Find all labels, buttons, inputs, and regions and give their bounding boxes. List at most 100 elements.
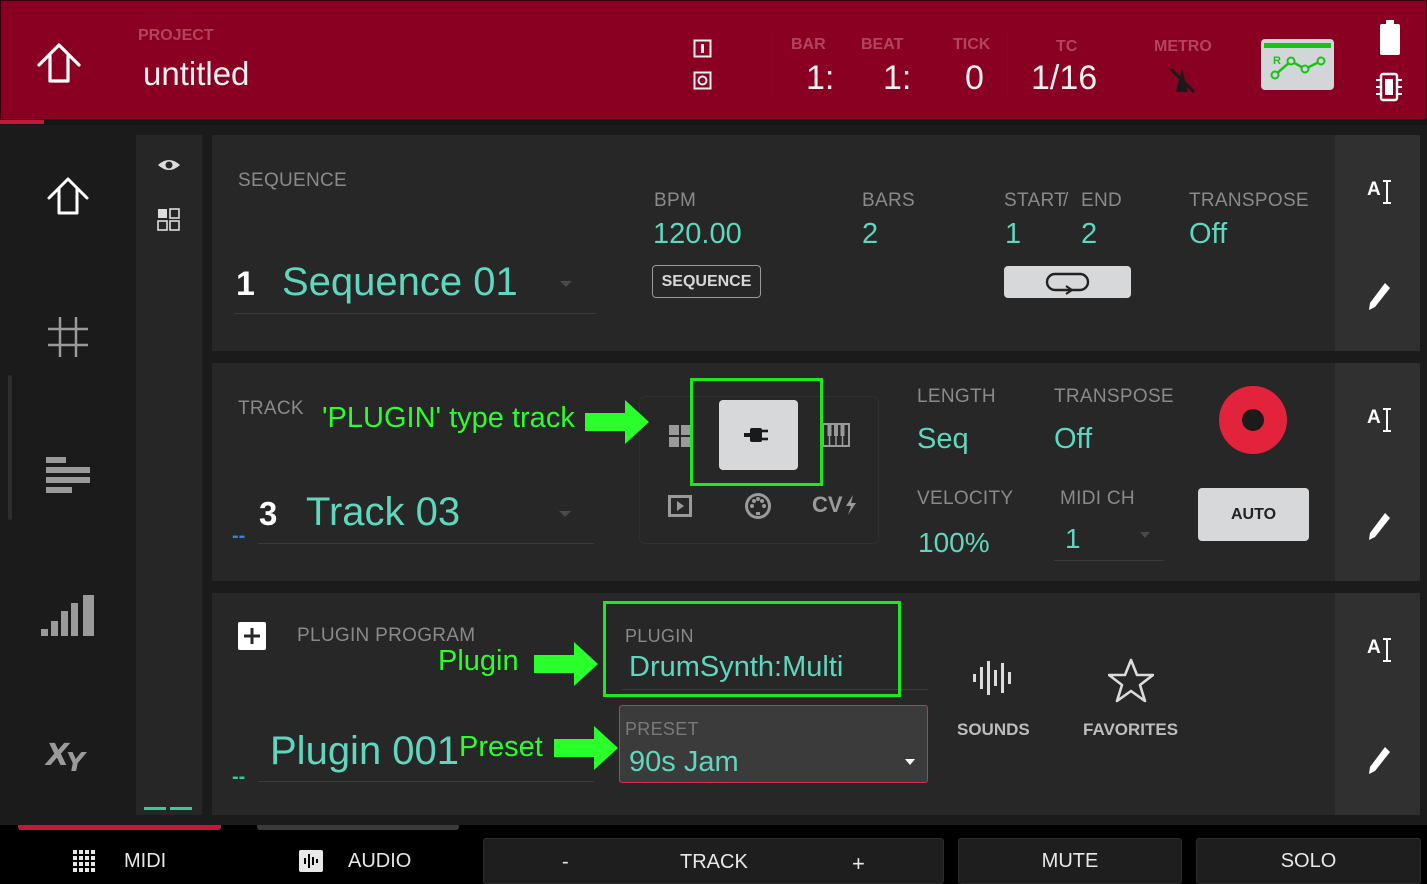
- audio-tab-underline: [257, 825, 459, 830]
- rename-text-icon[interactable]: A: [1367, 637, 1393, 663]
- edit-pencil-icon[interactable]: [1367, 745, 1391, 775]
- audio-tab[interactable]: AUDIO: [257, 833, 459, 884]
- tick-label: TICK: [953, 36, 991, 53]
- header-divider: [771, 29, 772, 97]
- header-underline-accent: [0, 120, 44, 124]
- hash-grid-icon: [48, 317, 88, 357]
- sequence-underline: [234, 313, 596, 314]
- star-icon: [1108, 658, 1154, 703]
- nav-scroll-indicator: [8, 375, 12, 520]
- cv-type-button[interactable]: CV: [812, 492, 862, 520]
- seq-transpose-label: TRANSPOSE: [1189, 190, 1309, 211]
- annotation-arrow-icon: [554, 724, 620, 772]
- project-label: PROJECT: [138, 27, 214, 44]
- nav-xy-button[interactable]: XY: [44, 731, 92, 775]
- preset-value: 90s Jam: [629, 746, 739, 778]
- add-program-button[interactable]: [238, 622, 266, 650]
- velocity-label: VELOCITY: [917, 488, 1014, 509]
- end-value[interactable]: 2: [1081, 218, 1097, 251]
- loop-button[interactable]: [1004, 266, 1131, 298]
- track-selector: - TRACK +: [483, 838, 944, 884]
- record-view-icon[interactable]: [693, 71, 713, 91]
- midi-ch-label: MIDI CH: [1060, 488, 1135, 509]
- bpm-label: BPM: [654, 190, 697, 211]
- length-value[interactable]: Seq: [917, 423, 969, 456]
- track-transpose-value[interactable]: Off: [1054, 423, 1092, 456]
- sequence-number: 1: [236, 265, 255, 303]
- track-level-text: --: [232, 525, 246, 547]
- svg-text:Y: Y: [66, 748, 88, 775]
- metro-label: METRO: [1154, 38, 1212, 55]
- track-plus-button[interactable]: +: [852, 851, 865, 877]
- bars-value[interactable]: 2: [862, 218, 878, 251]
- track-name[interactable]: Track 03: [306, 490, 460, 535]
- start-value[interactable]: 1: [1005, 218, 1021, 251]
- start-end-slash: /: [1063, 190, 1069, 211]
- auto-button[interactable]: AUTO: [1198, 488, 1309, 541]
- beat-value[interactable]: 1:: [883, 59, 911, 98]
- preset-dropdown-arrow-icon: [905, 759, 915, 765]
- clip-type-icon[interactable]: [667, 494, 693, 518]
- automation-curve-icon: [1270, 56, 1326, 80]
- nav-home-button[interactable]: [40, 173, 96, 221]
- drum-type-icon[interactable]: [669, 425, 691, 447]
- footer-bar: MIDI AUDIO - TRACK + MUTE SOLO: [0, 825, 1427, 884]
- eye-icon[interactable]: [157, 157, 181, 173]
- track-selector-label: TRACK: [680, 851, 748, 873]
- record-arm-button[interactable]: [1218, 385, 1288, 455]
- start-label: START: [1004, 190, 1067, 211]
- tick-value[interactable]: 0: [965, 59, 984, 98]
- left-nav: XY: [0, 125, 134, 825]
- sounds-button[interactable]: SOUNDS: [952, 657, 1036, 747]
- track-dropdown-arrow-icon[interactable]: [558, 509, 572, 519]
- favorites-button[interactable]: FAVORITES: [1080, 657, 1182, 747]
- metronome-off-icon[interactable]: [1166, 63, 1198, 95]
- nav-mixer-button[interactable]: [38, 591, 98, 639]
- bolt-icon: [846, 495, 856, 515]
- midi-ch-value[interactable]: 1: [1065, 523, 1081, 555]
- sequence-name[interactable]: Sequence 01: [282, 260, 518, 305]
- preset-field[interactable]: PRESET 90s Jam: [619, 705, 928, 783]
- program-label: PLUGIN PROGRAM: [297, 625, 476, 646]
- bpm-value[interactable]: 120.00: [653, 218, 742, 251]
- bpm-sequence-button[interactable]: SEQUENCE: [652, 265, 761, 298]
- grid-layout-icon[interactable]: [157, 208, 181, 232]
- level-meter-indicator: [144, 807, 194, 810]
- sequence-side-tools: A: [1335, 135, 1420, 351]
- edit-pencil-icon[interactable]: [1367, 281, 1391, 311]
- view-tool-strip: [136, 135, 202, 815]
- home-button[interactable]: [31, 39, 87, 87]
- tc-value[interactable]: 1/16: [1031, 59, 1097, 98]
- midi-ch-dropdown-arrow-icon[interactable]: [1139, 531, 1151, 539]
- midi-type-icon[interactable]: [743, 491, 773, 521]
- mute-button[interactable]: MUTE: [958, 838, 1182, 884]
- automation-button[interactable]: R: [1261, 39, 1334, 90]
- project-name[interactable]: untitled: [143, 55, 249, 93]
- velocity-value[interactable]: 100%: [918, 527, 990, 559]
- solo-button[interactable]: SOLO: [1196, 838, 1421, 884]
- midi-ch-underline: [1054, 560, 1164, 561]
- track-underline: [258, 543, 594, 544]
- edit-pencil-icon[interactable]: [1367, 511, 1391, 541]
- program-underline: [258, 781, 594, 782]
- sd-card-icon[interactable]: [1374, 71, 1404, 103]
- nav-grid-button[interactable]: [44, 313, 92, 361]
- bar-label: BAR: [791, 36, 826, 53]
- keygroup-type-icon[interactable]: [822, 423, 850, 447]
- annotation-arrow-icon: [534, 640, 600, 688]
- end-label: END: [1081, 190, 1123, 211]
- nav-tracks-button[interactable]: [44, 455, 92, 495]
- rename-text-icon[interactable]: A: [1367, 179, 1393, 205]
- program-name[interactable]: Plugin 001: [270, 729, 459, 774]
- track-minus-button[interactable]: -: [562, 851, 569, 874]
- midi-tab[interactable]: MIDI: [18, 833, 221, 884]
- xy-icon: XY: [44, 738, 88, 775]
- rename-text-icon[interactable]: A: [1367, 407, 1393, 433]
- home-icon: [37, 43, 81, 83]
- grid-view-icon[interactable]: [693, 39, 713, 59]
- sequence-dropdown-arrow-icon[interactable]: [559, 279, 573, 289]
- track-transpose-label: TRANSPOSE: [1054, 386, 1174, 407]
- home-icon: [47, 177, 89, 215]
- bar-value[interactable]: 1:: [806, 59, 834, 98]
- seq-transpose-value[interactable]: Off: [1189, 218, 1227, 251]
